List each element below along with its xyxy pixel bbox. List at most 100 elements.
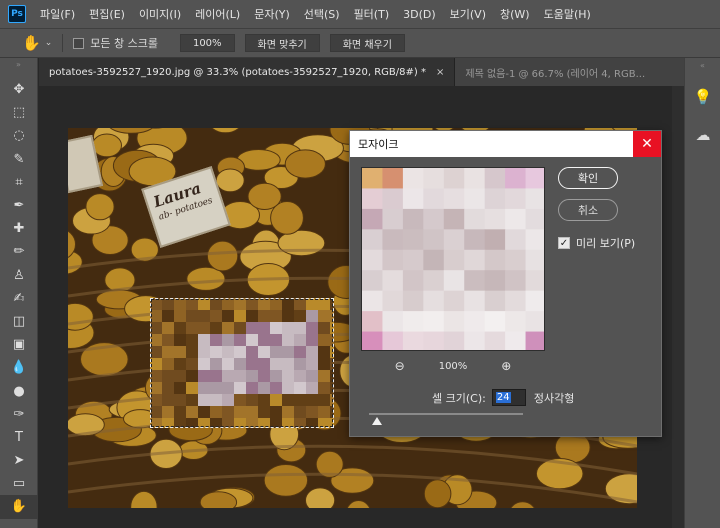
selection-marquee[interactable] (150, 298, 334, 428)
preview-cell (464, 311, 486, 333)
preview-cell (362, 249, 383, 271)
fit-screen-button[interactable]: 화면 맞추기 (244, 34, 320, 52)
potato (263, 464, 309, 497)
hand-icon[interactable]: ✋ (0, 495, 38, 519)
preview-cell (505, 188, 527, 210)
hand-icon[interactable]: ✋ (22, 34, 41, 52)
ok-button[interactable]: 확인 (558, 167, 618, 189)
gradient-icon[interactable]: ▣ (0, 333, 38, 356)
preview-cell (423, 249, 445, 271)
menu-file[interactable]: 파일(F) (40, 6, 75, 22)
preview-cell (382, 229, 404, 251)
preview-cell (484, 331, 506, 350)
divider (62, 34, 64, 52)
close-icon[interactable]: × (436, 67, 444, 78)
type-icon[interactable]: T (0, 426, 38, 449)
preview-cell (362, 168, 383, 189)
preview-cell (423, 208, 445, 230)
dodge-icon[interactable]: ● (0, 379, 38, 402)
preview-cell (423, 290, 445, 312)
shape-icon[interactable]: ▭ (0, 472, 38, 495)
vertical-scrollbar[interactable] (672, 86, 684, 528)
dialog-titlebar[interactable]: 모자이크 ✕ (350, 131, 661, 157)
cell-size-slider[interactable] (369, 413, 523, 415)
eraser-icon[interactable]: ◫ (0, 310, 38, 333)
quick-select-icon[interactable]: ✎ (0, 148, 38, 171)
zoom-100-button[interactable]: 100% (179, 34, 235, 52)
menu-window[interactable]: 창(W) (500, 6, 530, 22)
preview-label: 미리 보기(P) (576, 237, 636, 250)
preview-cell (525, 270, 544, 292)
preview-cell (443, 311, 465, 333)
pen-icon[interactable]: ✑ (0, 403, 38, 426)
menu-layer[interactable]: 레이어(L) (195, 6, 240, 22)
cancel-button[interactable]: 취소 (558, 199, 618, 221)
preview-cell (423, 188, 445, 210)
preview-cell (382, 208, 404, 230)
potato (284, 149, 326, 179)
preview-cell (362, 270, 383, 292)
tab-potatoes[interactable]: potatoes-3592527_1920.jpg @ 33.3% (potat… (39, 58, 456, 86)
path-select-icon[interactable]: ➤ (0, 449, 38, 472)
mosaic-dialog: 모자이크 ✕ ⊖ 100% ⊕ 확인 취소 ✓ 미리 보기(P) 셀 크기(C)… (349, 130, 662, 437)
potato (423, 479, 452, 508)
crop-icon[interactable]: ⌗ (0, 171, 38, 194)
zoom-level: 100% (438, 360, 468, 372)
preview-cell (464, 270, 486, 292)
preview-cell (402, 249, 424, 271)
preview-cell (464, 188, 486, 210)
menu-view[interactable]: 보기(V) (450, 6, 486, 22)
blur-icon[interactable]: 💧 (0, 356, 38, 379)
menu-type[interactable]: 문자(Y) (254, 6, 290, 22)
preview-cell (484, 208, 506, 230)
menu-help[interactable]: 도움말(H) (544, 6, 591, 22)
preview-cell (525, 311, 544, 333)
tab-untitled[interactable]: 제목 없음-1 @ 66.7% (레이어 4, RGB... (455, 58, 656, 86)
move-icon[interactable]: ✥ (0, 78, 38, 101)
menu-filter[interactable]: 필터(T) (354, 6, 390, 22)
learn-icon[interactable]: 💡 (685, 78, 720, 116)
menu-3d[interactable]: 3D(D) (403, 8, 436, 21)
creative-cloud-icon[interactable]: ☁ (685, 116, 720, 154)
panel-grip[interactable]: « (685, 58, 720, 78)
preview-cell (382, 270, 404, 292)
preview-toggle[interactable]: ✓ 미리 보기(P) (558, 235, 635, 251)
preview-cell (382, 188, 404, 210)
potato (206, 240, 239, 272)
close-button[interactable]: ✕ (633, 131, 661, 157)
preview-cell (423, 331, 445, 350)
filter-preview[interactable] (361, 167, 545, 351)
healing-icon[interactable]: ✚ (0, 217, 38, 240)
preview-cell (505, 208, 527, 230)
brush-icon[interactable]: ✏ (0, 240, 38, 263)
preview-zoom-controls: ⊖ 100% ⊕ (361, 357, 545, 375)
potato (215, 168, 245, 193)
lasso-icon[interactable]: ◌ (0, 124, 38, 147)
menu-edit[interactable]: 편집(E) (89, 6, 125, 22)
tab-label: 제목 없음-1 @ 66.7% (레이어 4, RGB... (465, 68, 646, 80)
panel-grip[interactable]: » (0, 60, 37, 78)
preview-cell (443, 249, 465, 271)
preview-cell (505, 168, 527, 189)
menu-select[interactable]: 선택(S) (304, 6, 340, 22)
options-bar: ✋ ⌄ 모든 창 스크롤 100% 화면 맞추기 화면 채우기 (0, 28, 720, 58)
menu-image[interactable]: 이미지(I) (139, 6, 181, 22)
preview-cell (525, 229, 544, 251)
chevron-down-icon[interactable]: ⌄ (45, 38, 53, 48)
preview-cell (484, 188, 506, 210)
preview-cell (525, 331, 544, 350)
scroll-all-checkbox[interactable] (73, 37, 85, 49)
preview-checkbox[interactable]: ✓ (558, 237, 570, 249)
zoom-in-icon[interactable]: ⊕ (501, 359, 511, 373)
stamp-icon[interactable]: ♙ (0, 264, 38, 287)
fill-screen-button[interactable]: 화면 채우기 (329, 34, 405, 52)
preview-cell (525, 168, 544, 189)
zoom-out-icon[interactable]: ⊖ (395, 359, 405, 373)
marquee-icon[interactable]: ⬚ (0, 101, 38, 124)
document-tabs: potatoes-3592527_1920.jpg @ 33.3% (potat… (39, 58, 684, 86)
history-brush-icon[interactable]: ✍ (0, 287, 38, 310)
slider-thumb[interactable] (371, 417, 382, 425)
eyedropper-icon[interactable]: ✒ (0, 194, 38, 217)
preview-cell (362, 331, 383, 350)
cell-size-input[interactable]: 24 (491, 389, 526, 406)
